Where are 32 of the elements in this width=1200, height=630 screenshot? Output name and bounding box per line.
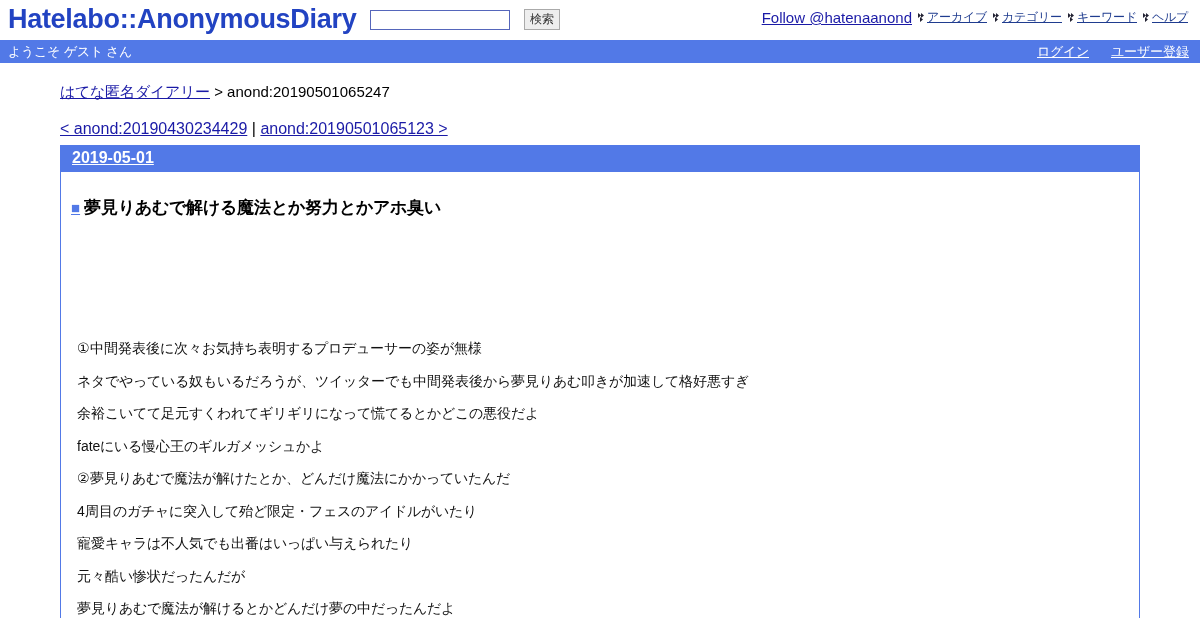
entry-paragraph: ネタでやっている奴もいるだろうが、ツイッターでも中間発表後から夢見りあむ叩きが加速して格好悪すぎ [77,371,750,390]
account-link[interactable]: ログイン [1037,42,1089,61]
nav-link[interactable]: カテゴリー [1002,9,1062,26]
entry-paragraph: 夢見りあむで魔法が解けるとかどんだけ夢の中だったんだよ [77,599,456,618]
account-link[interactable]: ユーザー登録 [1111,42,1189,61]
chevron-icon [918,13,924,22]
entry-paragraph: ①中間発表後に次々お気持ち表明するプロデューサーの姿が無様 [77,339,483,358]
chevron-icon [1143,13,1149,22]
previous-entry-link[interactable]: < anond:20190430234429 [60,120,248,137]
entry-paragraph: fateにいる慢心王のギルガメッシュかよ [77,436,326,455]
chevron-icon [1068,13,1074,22]
welcome-text: ようこそ ゲスト さん [8,42,133,61]
entry-paragraph: 4周目のガチャに突入して殆ど限定・フェスのアイドルがいたり [77,501,478,520]
chevron-icon [993,13,999,22]
entry-title: 夢見りあむで解ける魔法とか努力とかアホ臭い [84,197,442,219]
entry-paragraph: 余裕こいてて足元すくわれてギリギリになって慌てるとかどこの悪役だよ [77,404,540,423]
nav-link[interactable]: アーカイブ [927,9,987,26]
breadcrumb-link[interactable]: はてな匿名ダイアリー [60,83,210,100]
entry-paragraph: 寵愛キャラは不人気でも出番はいっぱい与えられたり [77,534,414,553]
pager-separator: | [251,120,256,137]
date-link[interactable]: 2019-05-01 [72,149,154,166]
permalink-mark[interactable]: ■ [71,199,81,216]
search-button[interactable]: 検索 [524,9,561,30]
follow-link[interactable]: Follow @hatenaanond [761,9,912,26]
entry-paragraph: ②夢見りあむで魔法が解けたとか、どんだけ魔法にかかっていたんだ [77,469,511,488]
search-field[interactable] [370,9,511,30]
nav-link[interactable]: キーワード [1077,9,1137,26]
entry-paragraph: 元々酷い惨状だったんだが [77,566,246,585]
nav-link[interactable]: ヘルプ [1152,9,1188,26]
site-logo[interactable]: Hatelabo::AnonymousDiary [8,4,357,35]
breadcrumb-current: > anond:20190501065247 [214,83,390,100]
next-entry-link[interactable]: anond:20190501065123 > [260,120,448,137]
